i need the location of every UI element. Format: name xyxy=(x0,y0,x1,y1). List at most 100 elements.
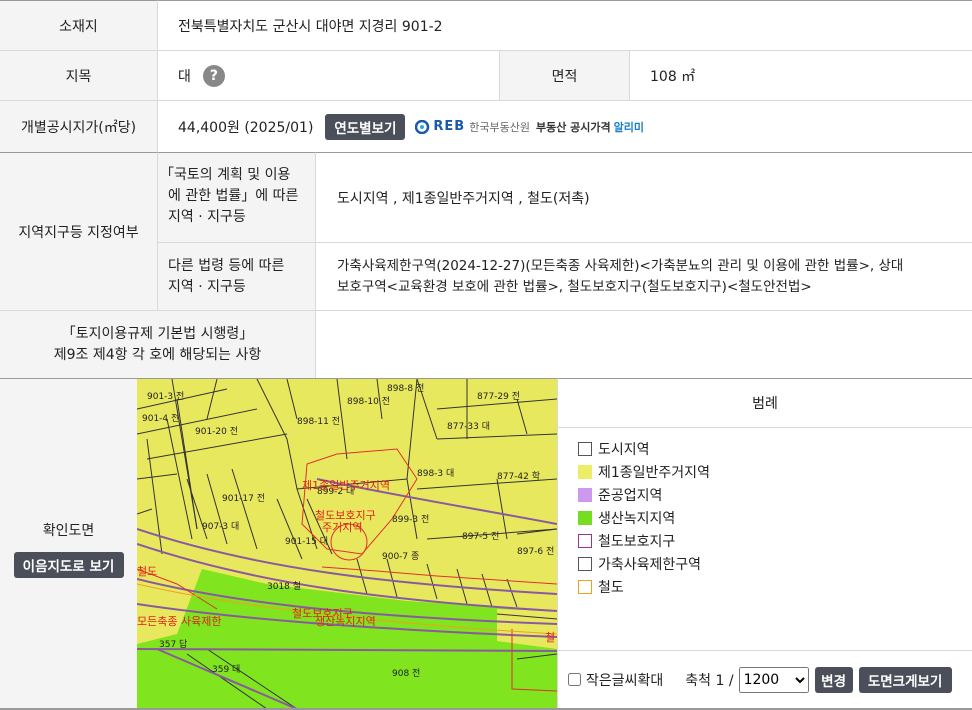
svg-text:900-7 종: 900-7 종 xyxy=(382,551,419,562)
legend-label: 제1종일반주거지역 xyxy=(598,464,710,481)
year-view-button[interactable]: 연도별보기 xyxy=(325,113,406,140)
area-label-text: 면적 xyxy=(551,68,578,85)
change-scale-button[interactable]: 변경 xyxy=(814,666,853,693)
legend-swatch xyxy=(578,510,592,525)
zoning-row1-value-text: 도시지역 , 제1종일반주거지역 , 철도(저촉) xyxy=(337,190,590,207)
map-canvas: 901-3 전 901-4 전 901-20 전 898-11 전 877-29… xyxy=(137,379,557,708)
enforcement-label: 「토지이용규제 기본법 시행령」 제9조 제4항 각 호에 해당되는 사항 xyxy=(0,310,315,378)
location-label: 소재지 xyxy=(0,0,157,50)
zoning-label-text: 지역지구등 지정여부 xyxy=(18,224,139,241)
reb-logo-text: REB xyxy=(433,119,466,134)
map-controls: 작은글씨확대 축척 1 / 1200 변경 도면크게보기 xyxy=(557,650,972,708)
alert-suffix: 알리미 xyxy=(613,120,644,134)
legend-item-rail-protection: 철도보호지구 xyxy=(578,529,972,552)
legend-item-green: 생산녹지지역 xyxy=(578,506,972,529)
legend-label: 도시지역 xyxy=(598,441,650,458)
scale-label: 축척 1 / xyxy=(685,672,734,689)
location-label-text: 소재지 xyxy=(59,18,98,35)
zoning-row1-label-line3: 지역 · 지구등 xyxy=(168,209,246,225)
reb-logo-icon xyxy=(415,119,430,134)
svg-text:897-6 전: 897-6 전 xyxy=(517,546,554,557)
zoning-row2-value: 가축사육제한구역(2024-12-27)(모든축종 사육제한)<가축분뇨의 관리… xyxy=(315,242,972,310)
small-text-label: 작은글씨확대 xyxy=(586,672,664,689)
legend-swatch xyxy=(578,556,592,571)
zoning-row2-value-line1: 가축사육제한구역(2024-12-27)(모든축종 사육제한)<가축분뇨의 관리… xyxy=(337,258,904,274)
svg-text:898-10 전: 898-10 전 xyxy=(347,396,390,407)
svg-text:898-8 전: 898-8 전 xyxy=(387,383,424,394)
svg-text:877-29 전: 877-29 전 xyxy=(477,391,520,402)
location-value-text: 전북특별자치도 군산시 대야면 지경리 901-2 xyxy=(178,18,443,35)
official-price-value: 44,400원 (2025/01) 연도별보기 REB 한국부동산원 부동산 공… xyxy=(157,100,972,152)
enlarge-map-button[interactable]: 도면크게보기 xyxy=(858,666,952,693)
legend-title: 범례 xyxy=(557,378,972,428)
legend-swatch xyxy=(578,464,592,479)
svg-text:생산녹지지역: 생산녹지지역 xyxy=(315,615,376,628)
legend-label: 철도 xyxy=(598,579,624,596)
legend-item-semi-industrial: 준공업지역 xyxy=(578,483,972,506)
svg-text:모든축종 사육제한: 모든축종 사육제한 xyxy=(137,615,221,628)
legend-swatch xyxy=(578,441,592,456)
svg-text:901-17 전: 901-17 전 xyxy=(222,493,265,504)
enforcement-label-line2: 제9조 제4항 각 호에 해당되는 사항 xyxy=(53,346,262,363)
zoning-row1-label-line2: 에 관한 법률」에 따른 xyxy=(168,188,299,204)
zoning-row1-label-line1: 「국토의 계획 및 이용 xyxy=(160,167,291,183)
map-label-text: 확인도면 xyxy=(42,522,95,539)
land-category-value-text: 대 xyxy=(178,68,191,85)
svg-text:주거지역: 주거지역 xyxy=(322,521,362,534)
land-category-value: 대 ? xyxy=(157,50,499,100)
alert-prefix: 부동산 공시가격 xyxy=(535,120,611,134)
enforcement-value xyxy=(315,310,972,378)
svg-text:877-42 학: 877-42 학 xyxy=(497,471,540,482)
official-price-label-text: 개별공시지가(㎡당) xyxy=(20,119,137,136)
legend-label: 가축사육제한구역 xyxy=(598,556,702,573)
land-category-label: 지목 xyxy=(0,50,157,100)
scale-select[interactable]: 1200 xyxy=(738,666,809,693)
zoning-row1-label: 「국토의 계획 및 이용 에 관한 법률」에 따른 지역 · 지구등 xyxy=(157,152,315,242)
area-value: 108 ㎡ xyxy=(629,50,972,100)
svg-text:897-5 전: 897-5 전 xyxy=(462,531,499,542)
svg-text:901-4 전: 901-4 전 xyxy=(142,413,179,424)
official-price-value-text: 44,400원 (2025/01) xyxy=(178,119,314,136)
svg-text:철도: 철도 xyxy=(137,565,157,578)
svg-text:907-3 대: 907-3 대 xyxy=(202,521,239,532)
svg-text:898-3 대: 898-3 대 xyxy=(417,468,454,479)
svg-text:3018 철: 3018 철 xyxy=(267,581,301,592)
legend-label: 준공업지역 xyxy=(598,487,663,504)
official-price-label: 개별공시지가(㎡당) xyxy=(0,100,157,152)
legend-item-residential: 제1종일반주거지역 xyxy=(578,460,972,483)
legend-swatch xyxy=(578,487,592,502)
area-label: 면적 xyxy=(499,50,629,100)
svg-text:901-3 전: 901-3 전 xyxy=(147,391,184,402)
svg-text:357 답: 357 답 xyxy=(159,638,187,650)
svg-text:898-11 전: 898-11 전 xyxy=(297,416,340,427)
legend-title-text: 범례 xyxy=(752,396,778,412)
svg-text:철: 철 xyxy=(545,631,555,644)
help-icon[interactable]: ? xyxy=(202,64,225,87)
svg-text:899-3 전: 899-3 전 xyxy=(392,514,429,525)
svg-text:877-33 대: 877-33 대 xyxy=(447,421,490,432)
svg-text:908 전: 908 전 xyxy=(392,668,420,679)
zoning-row1-value: 도시지역 , 제1종일반주거지역 , 철도(저촉) xyxy=(315,152,972,242)
legend-label: 생산녹지지역 xyxy=(598,510,676,527)
svg-text:제1종일반주거지역: 제1종일반주거지역 xyxy=(302,478,390,492)
map-section-label: 확인도면 이음지도로 보기 xyxy=(0,378,137,710)
reb-alert-link[interactable]: REB 한국부동산원 부동산 공시가격 알리미 xyxy=(415,119,644,135)
svg-text:901-20 전: 901-20 전 xyxy=(195,426,238,437)
area-value-text: 108 ㎡ xyxy=(650,68,696,85)
zoning-row2-label-line1: 다른 법령 등에 따른 xyxy=(168,258,285,274)
view-map-button[interactable]: 이음지도로 보기 xyxy=(13,551,124,578)
small-text-checkbox[interactable] xyxy=(568,673,581,686)
legend-item-railway: 철도 xyxy=(578,575,972,598)
legend-label: 철도보호지구 xyxy=(598,533,676,550)
zoning-label: 지역지구등 지정여부 xyxy=(0,152,157,310)
land-category-label-text: 지목 xyxy=(65,68,92,85)
enforcement-label-line1: 「토지이용규제 기본법 시행령」 xyxy=(61,325,254,342)
legend-item-livestock: 가축사육제한구역 xyxy=(578,552,972,575)
land-use-map[interactable]: 901-3 전 901-4 전 901-20 전 898-11 전 877-29… xyxy=(137,378,557,708)
location-value: 전북특별자치도 군산시 대야면 지경리 901-2 xyxy=(157,0,972,50)
legend-swatch xyxy=(578,533,592,548)
reb-name: 한국부동산원 xyxy=(469,120,530,134)
zoning-row2-value-line2: 보호구역<교육환경 보호에 관한 법률>, 철도보호지구(철도보호지구)<철도안… xyxy=(337,279,812,295)
svg-text:359 대: 359 대 xyxy=(212,664,240,675)
legend-swatch xyxy=(578,579,592,594)
